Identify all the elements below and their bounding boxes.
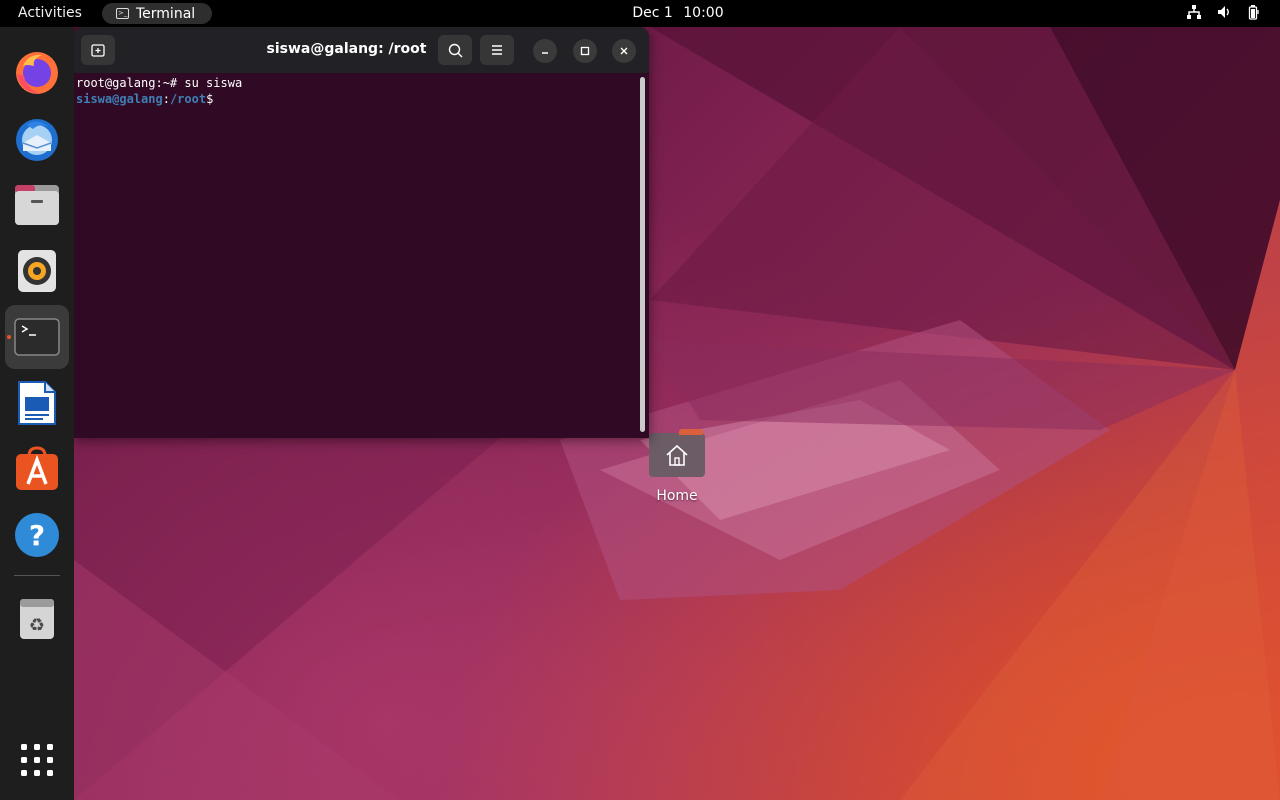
battery-icon <box>1248 5 1259 20</box>
writer-icon <box>18 381 56 425</box>
search-icon <box>448 43 462 57</box>
terminal-output[interactable]: root@galang:~# su siswa siswa@galang:/ro… <box>74 73 649 438</box>
svg-text:♻: ♻ <box>29 615 45 636</box>
prompt-path: /root <box>169 92 207 106</box>
close-icon <box>620 47 628 55</box>
app-grid-icon <box>21 744 53 776</box>
close-button[interactable] <box>612 39 636 63</box>
menu-button[interactable] <box>480 35 514 65</box>
help-icon: ? <box>15 513 59 557</box>
search-button[interactable] <box>438 35 472 65</box>
terminal-scrollbar[interactable] <box>640 77 645 432</box>
maximize-button[interactable] <box>573 39 597 63</box>
minimize-button[interactable] <box>533 39 557 63</box>
hamburger-icon <box>492 45 502 55</box>
dock-item-writer[interactable] <box>5 371 69 435</box>
house-icon <box>666 444 688 466</box>
dock-item-thunderbird[interactable] <box>5 107 69 171</box>
prompt-separator: : <box>162 92 170 106</box>
clock-date: Dec 1 <box>632 5 673 21</box>
maximize-icon <box>580 46 590 56</box>
svg-text:?: ? <box>29 519 45 552</box>
system-tray[interactable] <box>1186 4 1262 20</box>
home-folder-label[interactable]: Home <box>637 488 717 504</box>
prompt-user: siswa@galang <box>76 92 163 106</box>
terminal-window[interactable]: siswa@galang: /root root@galang:~# su si… <box>74 27 649 438</box>
dock-item-help[interactable]: ? <box>5 503 69 567</box>
rhythmbox-icon <box>18 250 56 292</box>
thunderbird-icon <box>16 119 58 161</box>
volume-icon <box>1218 6 1229 18</box>
firefox-icon <box>16 52 58 94</box>
prompt-symbol: $ <box>206 92 214 106</box>
network-icon <box>1187 5 1201 19</box>
folder-tab <box>679 429 703 435</box>
terminal-icon <box>14 318 60 356</box>
terminal-line: root@galang:~# su siswa <box>76 76 243 90</box>
dock-separator <box>14 575 60 576</box>
clock-time: 10:00 <box>683 5 724 21</box>
dock-item-terminal[interactable] <box>5 305 69 369</box>
trash-icon: ♻ <box>20 599 54 639</box>
running-indicator <box>7 335 11 339</box>
software-icon <box>16 446 58 490</box>
terminal-titlebar[interactable]: siswa@galang: /root <box>74 27 649 73</box>
dock-item-files[interactable] <box>5 173 69 237</box>
minimize-icon <box>542 52 548 54</box>
clock[interactable]: Dec 1 10:00 <box>0 5 1280 21</box>
dock-item-software[interactable] <box>5 437 69 501</box>
dock-item-rhythmbox[interactable] <box>5 239 69 303</box>
top-bar: Activities >_ Terminal Dec 1 10:00 <box>0 0 1280 27</box>
dock: ? ♻ <box>0 27 74 800</box>
dock-item-firefox[interactable] <box>5 41 69 105</box>
files-icon <box>15 185 59 225</box>
dock-item-show-apps[interactable] <box>5 728 69 792</box>
dock-item-trash[interactable]: ♻ <box>5 586 69 650</box>
terminal-prompt-line: siswa@galang:/root$ <box>76 91 649 107</box>
home-folder-icon[interactable] <box>649 429 705 477</box>
